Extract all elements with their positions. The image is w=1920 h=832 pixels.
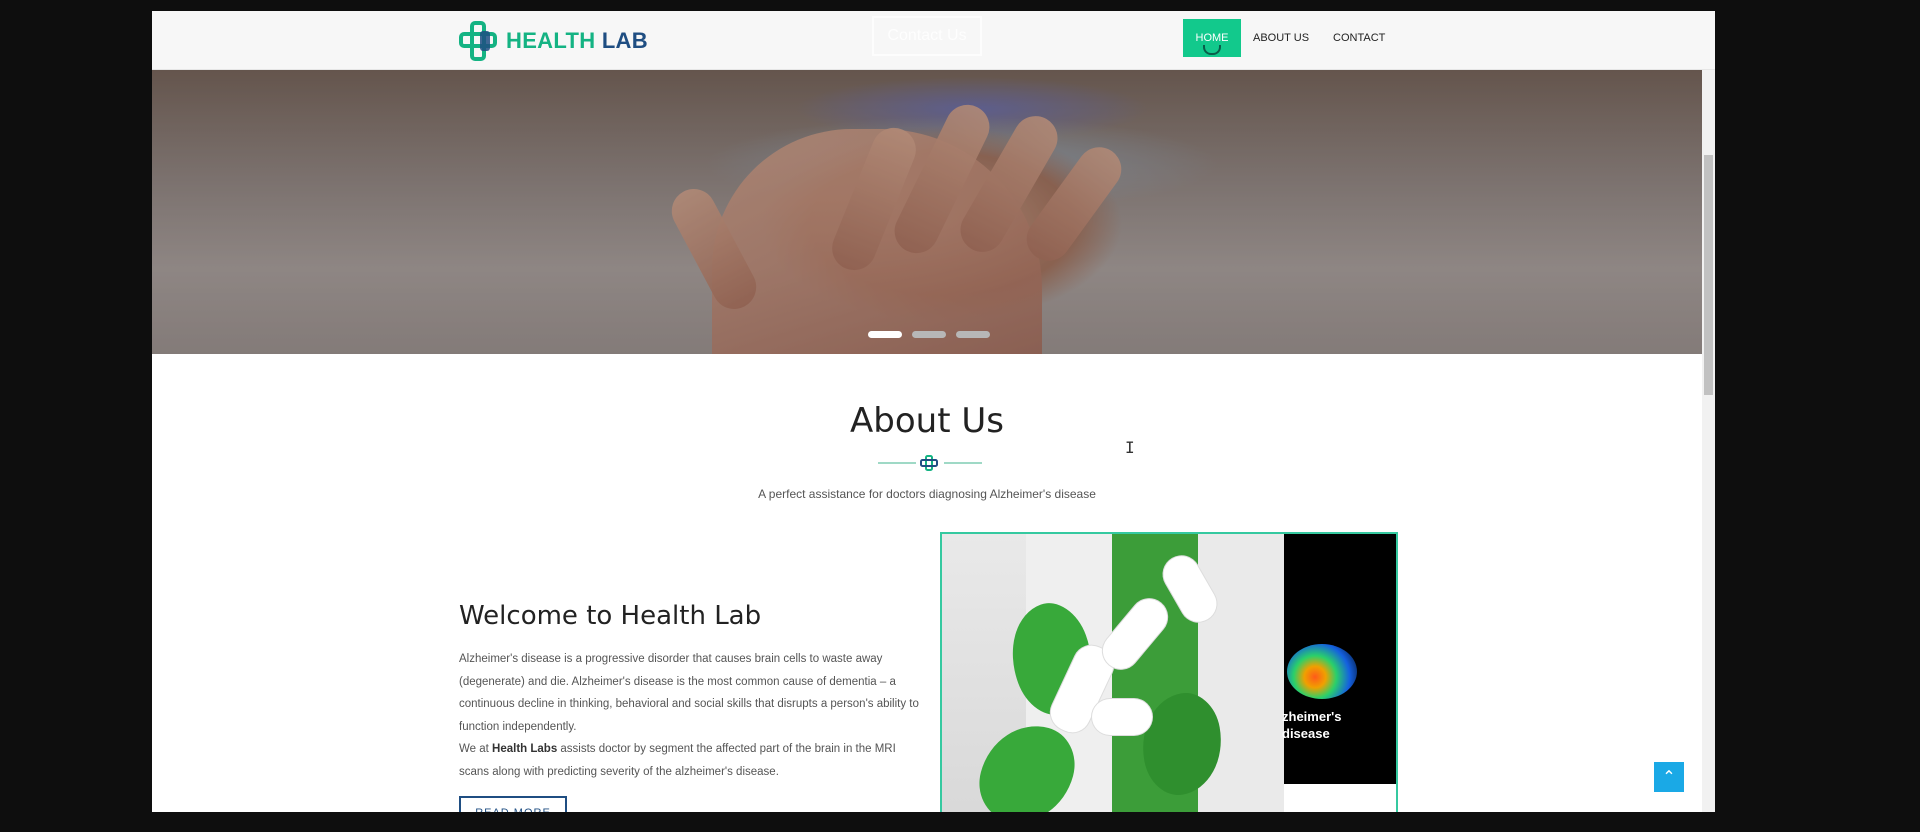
image-caption: zheimer's disease [1282, 708, 1341, 742]
about-title: About Us [850, 401, 1004, 441]
health-cross-logo-icon [459, 21, 497, 61]
health-cross-divider-icon [920, 455, 938, 471]
section-divider [878, 455, 982, 471]
chevron-up-icon: ⌃ [1662, 767, 1676, 786]
main-nav: HOME ABOUT US CONTACT [1183, 19, 1397, 57]
slider-indicators [868, 331, 990, 338]
image-caption-line-1: zheimer's [1282, 709, 1342, 724]
slider-dot-3[interactable] [956, 331, 990, 338]
nav-active-indicator-icon [1203, 45, 1221, 55]
hero-slider [152, 69, 1702, 354]
divider-line-left [878, 462, 916, 464]
contact-us-button[interactable]: Contact Us [872, 16, 982, 56]
logo-text-health: HEALTH [506, 28, 596, 53]
nav-about-us[interactable]: ABOUT US [1241, 19, 1321, 57]
welcome-paragraph-2-bold: Health Labs [492, 743, 558, 755]
about-subtitle: A perfect assistance for doctors diagnos… [758, 487, 1096, 501]
about-image-collage: zheimer's disease [940, 532, 1398, 812]
nav-home[interactable]: HOME [1183, 19, 1241, 57]
site-logo[interactable]: HEALTH LAB [458, 21, 648, 61]
divider-line-right [944, 462, 982, 464]
slider-dot-1[interactable] [868, 331, 902, 338]
scrollbar-thumb[interactable] [1704, 155, 1713, 395]
pill-shape [1092, 699, 1152, 735]
back-to-top-button[interactable]: ⌃ [1654, 762, 1684, 792]
nav-contact[interactable]: CONTACT [1321, 19, 1397, 57]
welcome-paragraph-1: Alzheimer's disease is a progressive dis… [459, 653, 919, 733]
hero-overlay [152, 69, 1702, 354]
slider-dot-2[interactable] [912, 331, 946, 338]
browser-viewport: HEALTH LAB Contact Us HOME ABOUT US CONT… [152, 11, 1715, 812]
text-cursor-icon: I [1125, 438, 1135, 457]
read-more-button[interactable]: READ MORE [459, 796, 567, 812]
mri-heatmap [1287, 644, 1357, 699]
logo-text-lab: LAB [601, 28, 648, 53]
welcome-heading: Welcome to Health Lab [459, 601, 762, 631]
vertical-scrollbar[interactable] [1702, 11, 1715, 812]
welcome-text: Alzheimer's disease is a progressive dis… [459, 648, 919, 783]
image-caption-line-2: disease [1282, 726, 1330, 741]
welcome-paragraph-2-prefix: We at [459, 743, 493, 755]
nav-home-label: HOME [1195, 32, 1229, 44]
logo-text: HEALTH LAB [506, 28, 648, 54]
navbar: HEALTH LAB Contact Us HOME ABOUT US CONT… [152, 11, 1715, 70]
